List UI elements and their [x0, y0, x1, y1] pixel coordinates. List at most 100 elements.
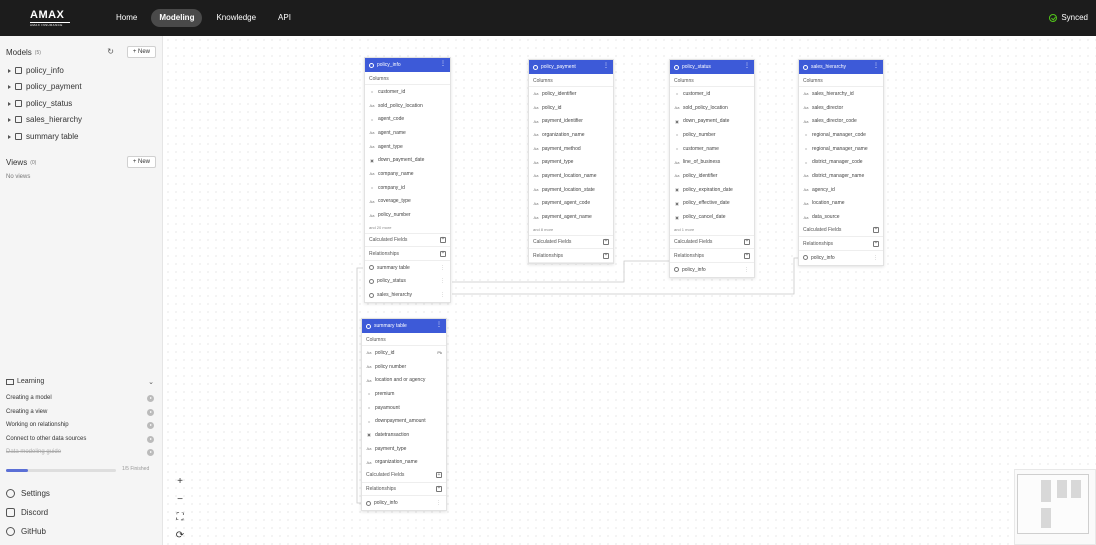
column-field[interactable]: Aa payment_location_state — [529, 183, 613, 197]
learning-item[interactable]: Connect to other data sources — [6, 435, 156, 443]
column-field[interactable]: Aa sold_policy_location — [365, 99, 450, 113]
column-field[interactable]: = premium — [362, 387, 446, 401]
relationship-item[interactable]: policy_info ⋮ — [362, 496, 446, 510]
column-field[interactable]: Aa policy_number — [365, 208, 450, 222]
refresh-icon[interactable]: ↻ — [107, 47, 114, 56]
model-card-policy-payment[interactable]: policy_payment ⋮ Columns Aa policy_identi… — [528, 59, 614, 264]
column-field[interactable]: ▣ down_payment_date — [365, 153, 450, 167]
column-field[interactable]: Aa district_manager_name — [799, 169, 883, 183]
model-header[interactable]: policy_info ⋮ — [365, 58, 450, 72]
model-card-policy-status[interactable]: policy_status ⋮ Columns = customer_id Aa so… — [669, 59, 755, 278]
column-field[interactable]: Aa data_source — [799, 210, 883, 224]
add-calculated-field-icon[interactable] — [603, 238, 609, 246]
column-field[interactable]: Aa organization_name — [529, 128, 613, 142]
column-field[interactable]: = policy_number — [670, 128, 754, 142]
edge-policy-info-policy-status[interactable] — [452, 260, 669, 283]
learning-item[interactable]: Creating a view — [6, 408, 156, 416]
column-field[interactable]: Aa payment_type — [529, 155, 613, 169]
sidebar-model-policy-payment[interactable]: policy_payment — [8, 82, 82, 91]
column-field[interactable]: Aa location and or agency — [362, 373, 446, 387]
column-field[interactable]: Aa agent_type — [365, 140, 450, 154]
sidebar-model-sales-hierarchy[interactable]: sales_hierarchy — [8, 115, 82, 124]
add-calculated-field-icon[interactable] — [440, 236, 446, 244]
column-field[interactable]: = company_id — [365, 181, 450, 195]
column-field[interactable]: = customer_id — [670, 87, 754, 101]
more-menu-icon[interactable]: ⋮ — [440, 292, 445, 298]
column-field[interactable]: = customer_name — [670, 142, 754, 156]
add-calculated-field-icon[interactable] — [873, 226, 879, 234]
column-field[interactable]: Aa payment_type — [362, 442, 446, 456]
add-relationship-icon[interactable] — [744, 252, 750, 259]
discord-link[interactable]: Discord — [6, 508, 48, 517]
new-view-button[interactable]: + New — [126, 156, 156, 168]
relationship-item[interactable]: policy_info ⋮ — [799, 251, 883, 265]
column-field[interactable]: Aa policy number — [362, 360, 446, 374]
more-menu-icon[interactable]: ⋮ — [440, 60, 446, 67]
nav-modeling[interactable]: Modeling — [151, 9, 203, 27]
model-header[interactable]: summary table ⋮ — [362, 319, 446, 333]
relationship-item[interactable]: summary table ⋮ — [365, 261, 450, 275]
nav-api[interactable]: API — [270, 9, 299, 27]
column-field[interactable]: Aa policy_identifier — [670, 169, 754, 183]
learning-item[interactable]: Creating a model — [6, 395, 156, 402]
column-field[interactable]: Aa company_name — [365, 167, 450, 181]
fit-view-button[interactable]: ⛶ — [172, 511, 188, 525]
new-model-button[interactable]: + New — [126, 46, 156, 58]
zoom-out-button[interactable]: − — [172, 493, 188, 507]
column-field[interactable]: = customer_id — [365, 85, 450, 99]
model-card-summary-table[interactable]: summary table ⋮ Columns Aa policy_id Pk Aa p… — [361, 318, 447, 511]
nav-knowledge[interactable]: Knowledge — [208, 9, 264, 27]
add-relationship-icon[interactable] — [436, 485, 442, 492]
column-field[interactable]: = regional_manager_code — [799, 128, 883, 142]
sidebar-model-summary-table[interactable]: summary table — [8, 132, 78, 141]
minimap[interactable] — [1014, 469, 1096, 545]
column-field[interactable]: Aa policy_identifier — [529, 87, 613, 101]
add-calculated-field-icon[interactable] — [744, 238, 750, 246]
column-field[interactable]: Aa sales_hierarchy_id — [799, 87, 883, 101]
relationship-item[interactable]: policy_info ⋮ — [670, 263, 754, 277]
more-menu-icon[interactable]: ⋮ — [440, 278, 445, 284]
refresh-button[interactable]: ⟳ — [172, 529, 188, 543]
sidebar-model-policy-status[interactable]: policy_status — [8, 99, 72, 108]
column-field[interactable]: = payamount — [362, 401, 446, 415]
settings-link[interactable]: Settings — [6, 489, 50, 498]
learning-item[interactable]: Working on relationship — [6, 422, 156, 429]
add-relationship-icon[interactable] — [603, 252, 609, 259]
add-relationship-icon[interactable] — [440, 250, 446, 257]
model-header[interactable]: policy_status ⋮ — [670, 60, 754, 74]
sidebar-model-policy-info[interactable]: policy_info — [8, 66, 64, 75]
learning-header[interactable]: Learning ⌄ — [6, 378, 156, 386]
more-menu-icon[interactable]: ⋮ — [873, 255, 878, 261]
column-field[interactable]: Aa policy_id — [529, 101, 613, 115]
more-menu-icon[interactable]: ⋮ — [873, 62, 879, 69]
github-link[interactable]: GitHub — [6, 527, 46, 536]
column-field[interactable]: ▣ policy_expiration_date — [670, 183, 754, 197]
more-menu-icon[interactable]: ⋮ — [603, 62, 609, 69]
nav-home[interactable]: Home — [108, 9, 145, 27]
column-field[interactable]: Aa organization_name — [362, 456, 446, 470]
more-menu-icon[interactable]: ⋮ — [440, 265, 445, 271]
column-field[interactable]: Aa agency_id — [799, 183, 883, 197]
column-field[interactable]: Aa payment_agent_code — [529, 197, 613, 211]
column-field[interactable]: Aa location_name — [799, 197, 883, 211]
model-card-sales-hierarchy[interactable]: sales_hierarchy ⋮ Columns Aa sales_hierar… — [798, 59, 884, 266]
more-fields-text[interactable]: and 20 more — [365, 222, 450, 234]
column-field[interactable]: = regional_manager_name — [799, 142, 883, 156]
modeling-canvas[interactable]: policy_info ⋮ Columns = customer_id Aa sold… — [164, 36, 1096, 545]
model-header[interactable]: policy_payment ⋮ — [529, 60, 613, 74]
relationship-item[interactable]: sales_hierarchy ⋮ — [365, 288, 450, 302]
more-fields-text[interactable]: and 1 more — [670, 224, 754, 236]
more-menu-icon[interactable]: ⋮ — [744, 267, 749, 273]
column-field[interactable]: = district_manager_code — [799, 155, 883, 169]
model-header[interactable]: sales_hierarchy ⋮ — [799, 60, 883, 74]
column-field[interactable]: ▣ datetransaction — [362, 428, 446, 442]
add-calculated-field-icon[interactable] — [436, 472, 442, 479]
column-field[interactable]: Aa line_of_business — [670, 155, 754, 169]
column-field[interactable]: Aa payment_location_name — [529, 169, 613, 183]
column-field[interactable]: ▣ policy_cancel_date — [670, 210, 754, 224]
column-field[interactable]: Aa agent_name — [365, 126, 450, 140]
column-field[interactable]: ▣ down_payment_date — [670, 114, 754, 128]
more-fields-text[interactable]: and 8 more — [529, 224, 613, 236]
column-field[interactable]: ▣ policy_effective_date — [670, 197, 754, 211]
column-field[interactable]: Aa sales_director_code — [799, 114, 883, 128]
